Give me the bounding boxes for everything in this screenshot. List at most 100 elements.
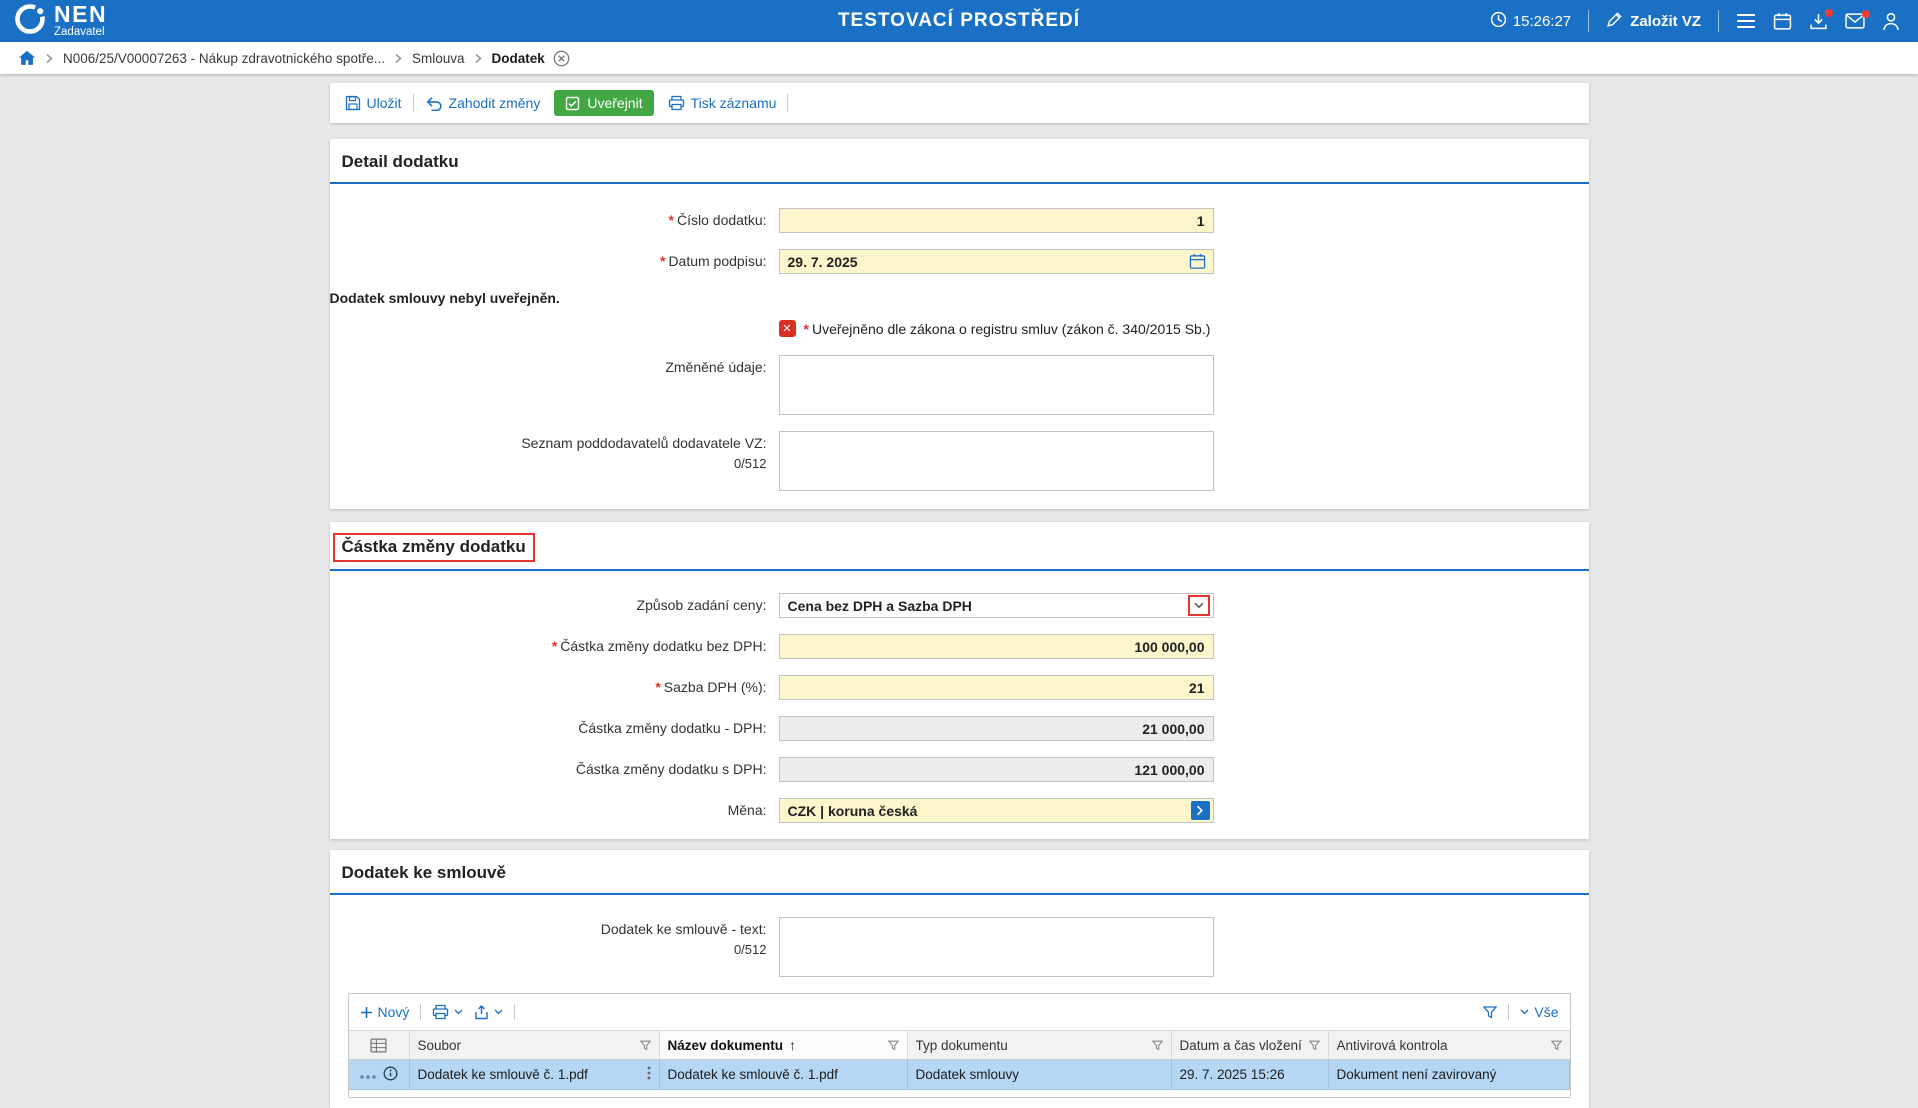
clock-icon [1490,11,1507,32]
top-bar: NEN Zadavatel TESTOVACÍ PROSTŘEDÍ 15:26:… [0,0,1918,42]
filter-icon [1551,1040,1562,1051]
cell-soubor[interactable]: Dodatek ke smlouvě č. 1.pdf [418,1067,647,1082]
topbar-actions: 15:26:27 Založit VZ [1490,10,1900,32]
cell-nazev: Dodatek ke smlouvě č. 1.pdf [660,1060,908,1089]
dodatek-text-textarea[interactable] [779,917,1214,977]
save-icon [345,95,361,111]
filter-button[interactable] [1483,1006,1497,1019]
calendar-icon [1189,253,1206,270]
home-button[interactable] [18,50,36,66]
cell-datum-vlozeni: 29. 7. 2025 15:26 [1172,1060,1329,1089]
home-icon [18,50,36,66]
cell-actions-button[interactable] [647,1066,651,1083]
section-title: Dodatek ke smlouvě [342,863,506,882]
publish-button[interactable]: Uveřejnit [554,90,653,116]
export-table-button[interactable] [474,1005,503,1020]
app-role-label: Zadavatel [54,27,107,39]
print-record-button[interactable]: Tisk záznamu [663,95,782,111]
filter-icon [888,1040,899,1051]
section-castka-zmeny: Částka změny dodatku Způsob zadání ceny:… [330,522,1589,839]
zmenene-udaje-textarea[interactable] [779,355,1214,415]
chevron-down-icon [1520,1009,1529,1015]
breadcrumb-item-zakazka[interactable]: N006/25/V00007263 - Nákup zdravotnického… [63,51,385,66]
printer-icon [668,95,685,111]
calendar-button[interactable] [1773,12,1792,31]
filter-icon [640,1040,651,1051]
table-row[interactable]: Dodatek ke smlouvě č. 1.pdf Dodatek ke s… [349,1060,1570,1090]
edit-icon [1606,11,1623,32]
mena-input[interactable]: CZK | koruna česká [779,798,1214,823]
column-header-datum-vlozeni[interactable]: Datum a čas vložení [1172,1031,1329,1059]
row-menu-button[interactable] [360,1067,376,1082]
dropdown-button-validation-highlight[interactable] [1188,595,1210,616]
documents-table: Nový [348,993,1571,1098]
sazba-dph-label: *Sazba DPH (%): [330,679,767,697]
table-header-row: Soubor Název dokumentu ↑ Typ dokumentu D… [349,1030,1570,1060]
discard-changes-button[interactable]: Zahodit změny [420,95,546,111]
row-info-button[interactable] [383,1066,398,1084]
char-counter: 0/512 [330,456,767,472]
downloads-button[interactable] [1809,12,1828,31]
seznam-poddodavatelu-label: Seznam poddodavatelů dodavatele VZ: 0/51… [330,431,767,472]
seznam-poddodavatelu-textarea[interactable] [779,431,1214,491]
castka-dph-readonly: 21 000,00 [779,716,1214,741]
print-table-button[interactable] [432,1004,463,1020]
section-detail-dodatku: Detail dodatku *Číslo dodatku: 1 *Datum … [330,139,1589,509]
mena-label: Měna: [330,802,767,820]
messages-button[interactable] [1845,13,1865,29]
session-time: 15:26:27 [1513,13,1571,30]
char-counter: 0/512 [330,942,767,958]
record-toolbar: Uložit Zahodit změny Uveřejnit Tisk zázn… [330,83,1589,123]
datepicker-button[interactable] [1189,253,1210,270]
close-tab-button[interactable] [553,50,570,67]
menu-button[interactable] [1736,13,1756,29]
breadcrumb-item-dodatek[interactable]: Dodatek [492,51,545,66]
castka-s-dph-label: Částka změny dodatku s DPH: [330,761,767,779]
profile-button[interactable] [1882,12,1900,31]
view-all-dropdown[interactable]: Vše [1520,1004,1558,1020]
toolbar-separator [1508,1004,1509,1020]
mena-lookup-button[interactable] [1191,801,1210,820]
zpusob-zadani-ceny-select[interactable]: Cena bez DPH a Sazba DPH [779,593,1214,618]
datum-podpisu-input[interactable]: 29. 7. 2025 [779,249,1214,274]
grid-icon [370,1038,387,1053]
sort-ascending-icon: ↑ [789,1037,875,1053]
nen-logo[interactable]: NEN Zadavatel [14,3,107,40]
cell-antivir: Dokument není zavirovaný [1329,1060,1570,1089]
column-header-preview [349,1031,410,1059]
publish-icon [565,96,580,111]
toolbar-separator [514,1004,515,1020]
section-dodatek-ke-smlouve: Dodatek ke smlouvě Dodatek ke smlouvě - … [330,850,1589,1108]
castka-bez-dph-input[interactable]: 100 000,00 [779,634,1214,659]
topbar-separator [1718,10,1719,32]
chevron-right-icon [46,53,53,64]
kebab-icon [647,1066,651,1080]
table-toolbar: Nový [349,994,1570,1030]
column-header-nazev-dokumentu[interactable]: Název dokumentu ↑ [660,1031,908,1059]
hamburger-icon [1736,13,1756,29]
castka-s-dph-readonly: 121 000,00 [779,757,1214,782]
chevron-right-icon [475,53,482,64]
zpusob-zadani-ceny-label: Způsob zadání ceny: [330,597,767,615]
info-icon [383,1066,398,1081]
column-header-typ-dokumentu[interactable]: Typ dokumentu [908,1031,1172,1059]
not-published-message: Dodatek smlouvy nebyl uveřejněn. [330,290,560,306]
cislo-dodatku-input[interactable]: 1 [779,208,1214,233]
new-document-button[interactable]: Nový [360,1004,410,1020]
toolbar-separator [420,1004,421,1020]
column-header-soubor[interactable]: Soubor [410,1031,660,1059]
castka-bez-dph-label: *Částka změny dodatku bez DPH: [330,638,767,656]
save-button[interactable]: Uložit [340,95,407,111]
cislo-dodatku-label: *Číslo dodatku: [330,212,767,230]
castka-dph-label: Částka změny dodatku - DPH: [330,720,767,738]
dodatek-text-label: Dodatek ke smlouvě - text: 0/512 [330,917,767,958]
registry-published-checkbox[interactable]: ✕ [779,320,796,337]
environment-title: TESTOVACÍ PROSTŘEDÍ [838,10,1080,32]
column-header-antivirova-kontrola[interactable]: Antivirová kontrola [1329,1031,1570,1059]
printer-icon [432,1004,449,1020]
create-vz-button[interactable]: Založit VZ [1606,11,1701,32]
sazba-dph-input[interactable]: 21 [779,675,1214,700]
chevron-down-icon [494,1009,503,1015]
breadcrumb-item-smlouva[interactable]: Smlouva [412,51,465,66]
close-icon [553,50,570,67]
